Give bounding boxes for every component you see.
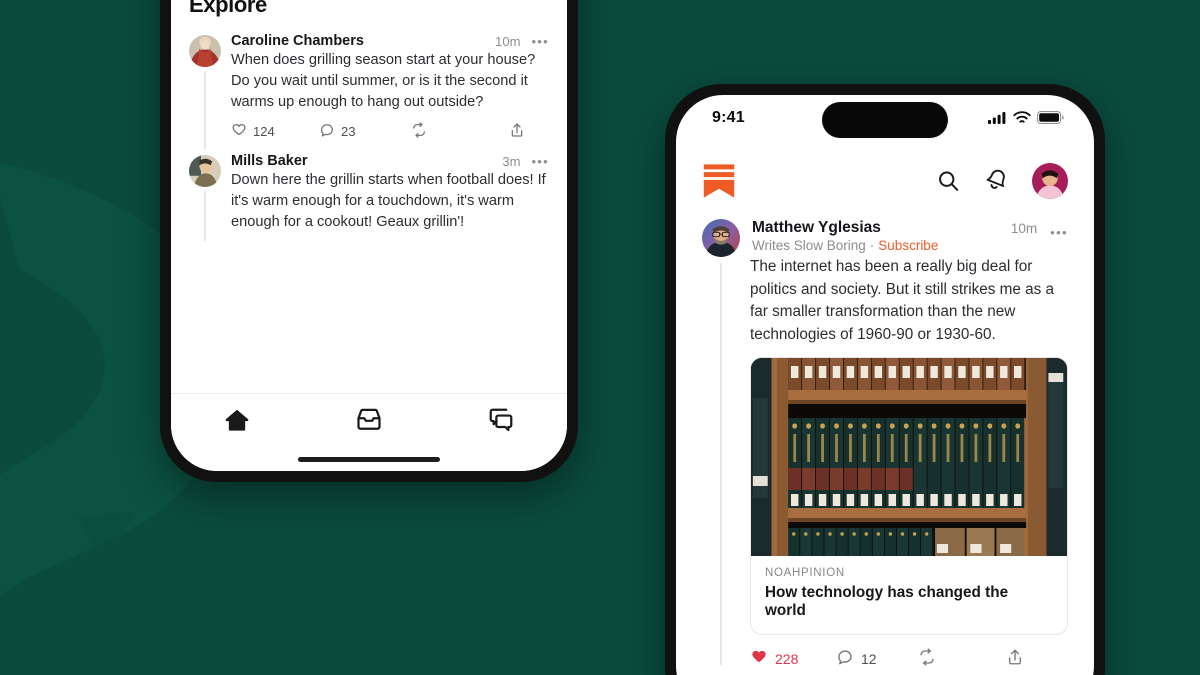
- status-icons: [988, 111, 1064, 124]
- more-horizontal-icon[interactable]: •••: [1050, 219, 1068, 239]
- thread-line: [204, 191, 206, 241]
- restack-button[interactable]: [411, 122, 503, 141]
- more-horizontal-icon[interactable]: •••: [531, 35, 549, 48]
- more-horizontal-icon[interactable]: •••: [531, 155, 549, 168]
- share-icon: [1006, 648, 1024, 669]
- substack-logo-icon[interactable]: [702, 163, 736, 199]
- phone-left-screen: By Casey Newton 12 min read By Ryan Brod…: [171, 0, 567, 471]
- comment-button[interactable]: 23: [319, 122, 411, 141]
- like-button[interactable]: 124: [231, 122, 319, 141]
- home-indicator: [298, 457, 440, 462]
- heart-filled-icon: [750, 648, 768, 669]
- restack-button[interactable]: [918, 648, 1002, 669]
- header-actions: [936, 163, 1068, 199]
- author-name[interactable]: Caroline Chambers: [231, 33, 364, 49]
- chat-bubbles-icon: [487, 406, 515, 439]
- post-text: When does grilling season start at your …: [231, 52, 536, 110]
- comment-count: 12: [861, 650, 877, 667]
- phone-right-screen: 9:41 Matthew Yglesias Writes Slow Boring…: [676, 95, 1094, 675]
- like-button[interactable]: 228: [750, 648, 836, 669]
- home-icon: [223, 406, 251, 439]
- post-body: Mills Baker 3m ••• Down here the grillin…: [231, 153, 549, 233]
- wifi-icon: [1013, 111, 1031, 124]
- restack-icon: [918, 648, 936, 669]
- post-header: Mills Baker 3m •••: [231, 153, 549, 169]
- timestamp: 10m: [1010, 221, 1038, 236]
- tab-inbox[interactable]: [342, 406, 396, 439]
- comment-button[interactable]: 12: [836, 648, 918, 669]
- subscribe-link[interactable]: Subscribe: [878, 238, 938, 253]
- bottom-tab-bar: [171, 393, 567, 471]
- feed-post[interactable]: Mills Baker 3m ••• Down here the grillin…: [171, 153, 567, 241]
- search-icon[interactable]: [936, 169, 961, 194]
- link-preview-text: NOAHPINION How technology has changed th…: [751, 556, 1067, 634]
- comment-icon: [836, 648, 854, 669]
- restack-icon: [411, 122, 427, 141]
- inbox-icon: [355, 406, 383, 439]
- tab-home[interactable]: [210, 406, 264, 439]
- post-text: Down here the grillin starts when footba…: [231, 172, 546, 230]
- separator: ·: [869, 238, 875, 253]
- post-header: Matthew Yglesias Writes Slow Boring · Subs…: [752, 219, 1068, 253]
- publication-label: Writes Slow Boring: [752, 238, 866, 253]
- timestamp: 3m: [502, 153, 521, 169]
- link-title: How technology has changed the world: [765, 584, 1009, 619]
- screenshot-canvas: By Casey Newton 12 min read By Ryan Brod…: [0, 0, 1200, 675]
- link-preview-card[interactable]: NOAHPINION How technology has changed th…: [750, 357, 1068, 635]
- app-header: [676, 151, 1094, 211]
- like-count: 228: [775, 650, 799, 667]
- dynamic-island: [822, 102, 948, 138]
- author-name[interactable]: Mills Baker: [231, 153, 308, 169]
- post-text: The internet has been a really big deal …: [750, 258, 1055, 343]
- post-body: Caroline Chambers 10m ••• When does gril…: [231, 33, 549, 113]
- feed-post[interactable]: Caroline Chambers 10m ••• When does gril…: [171, 33, 567, 149]
- thread-line: [204, 71, 206, 149]
- cellular-bars-icon: [988, 111, 1007, 124]
- post-header: Caroline Chambers 10m •••: [231, 33, 549, 49]
- phone-right: 9:41 Matthew Yglesias Writes Slow Boring…: [665, 84, 1105, 675]
- profile-avatar[interactable]: [1032, 163, 1068, 199]
- page-title: Explore: [189, 0, 267, 17]
- post-actions: 228 12: [750, 648, 1068, 669]
- tab-chat[interactable]: [474, 406, 528, 439]
- timestamp: 10m: [495, 33, 521, 49]
- share-icon: [509, 122, 525, 141]
- post-card: Matthew Yglesias Writes Slow Boring · Subs…: [676, 219, 1094, 669]
- phone-left: By Casey Newton 12 min read By Ryan Brod…: [160, 0, 578, 482]
- thread-line: [720, 263, 722, 665]
- share-button[interactable]: [509, 122, 525, 141]
- avatar[interactable]: [189, 35, 221, 67]
- status-time: 9:41: [712, 109, 745, 126]
- like-count: 124: [253, 124, 275, 139]
- status-bar: 9:41: [676, 95, 1094, 147]
- post-actions: 124 23: [231, 122, 549, 141]
- post-body: Matthew Yglesias Writes Slow Boring · Subs…: [750, 219, 1068, 635]
- publication-kicker: NOAHPINION: [765, 567, 845, 579]
- share-button[interactable]: [1006, 648, 1024, 669]
- author-name[interactable]: Matthew Yglesias: [752, 219, 938, 237]
- link-preview-image: [751, 358, 1067, 556]
- avatar[interactable]: [189, 155, 221, 187]
- bell-icon[interactable]: [983, 168, 1010, 194]
- explore-feed: Caroline Chambers 10m ••• When does gril…: [171, 33, 567, 245]
- comment-icon: [319, 122, 335, 141]
- author-publication: Writes Slow Boring · Subscribe: [752, 238, 938, 253]
- battery-icon: [1037, 111, 1064, 124]
- avatar[interactable]: [702, 219, 740, 257]
- comment-count: 23: [341, 124, 356, 139]
- heart-icon: [231, 122, 247, 141]
